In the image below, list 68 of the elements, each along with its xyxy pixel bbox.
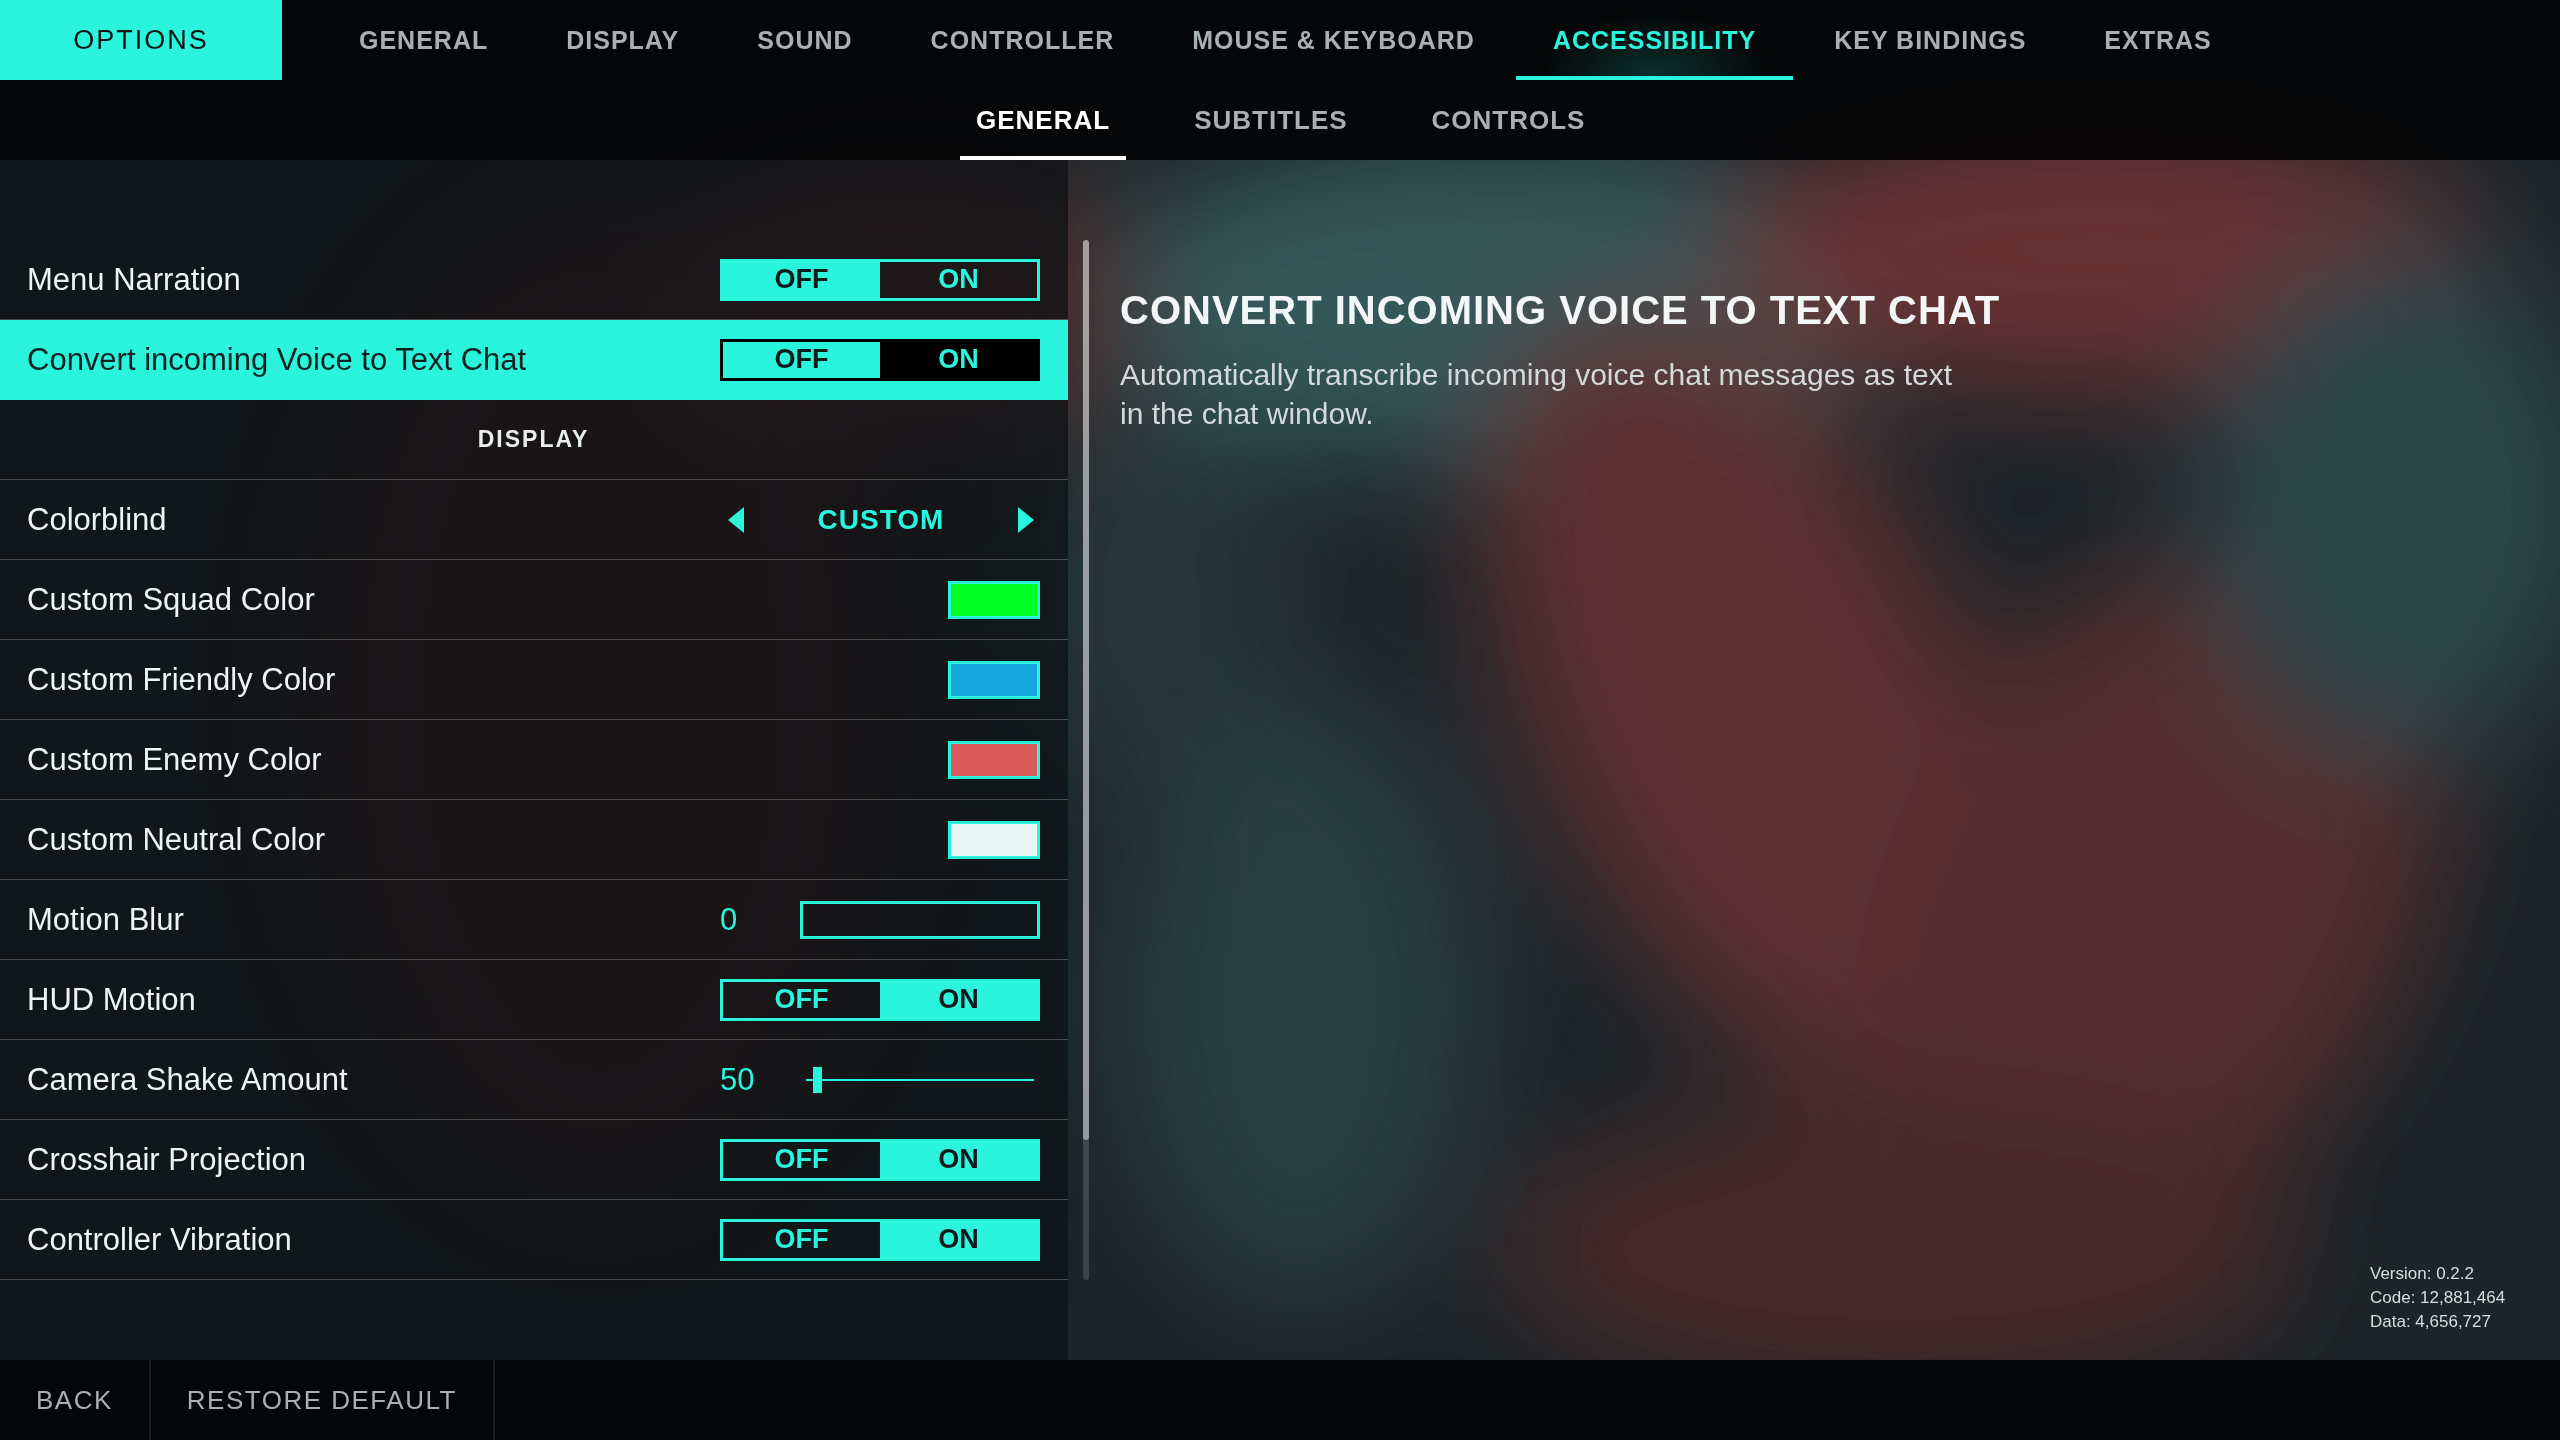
toggle-switch[interactable]: OFF ON: [720, 338, 1040, 381]
build-info: Data: 4,656,727: [2370, 1312, 2492, 1332]
detail-title: CONVERT INCOMING VOICE TO TEXT CHAT: [1120, 288, 2002, 333]
setting-row[interactable]: Custom Neutral Color: [0, 800, 1068, 880]
toggle-option[interactable]: ON: [880, 261, 1037, 298]
toggle-option[interactable]: OFF: [723, 1221, 880, 1258]
build-info: Code: 12,881,464: [2370, 1288, 2507, 1308]
toggle-switch[interactable]: OFF ON: [720, 258, 1040, 301]
slider-track[interactable]: [800, 900, 1040, 939]
selector-value: CUSTOM: [817, 503, 945, 536]
toggle-switch[interactable]: OFF ON: [720, 978, 1040, 1021]
setting-label: Custom Squad Color: [27, 581, 315, 618]
color-swatch[interactable]: [948, 740, 1040, 779]
setting-row[interactable]: HUD Motion OFF ON: [0, 960, 1068, 1040]
toggle-option[interactable]: OFF: [723, 1141, 880, 1178]
toggle-option[interactable]: ON: [880, 341, 1037, 378]
setting-label: Colorblind: [27, 501, 167, 538]
section-title: DISPLAY: [477, 426, 590, 453]
nav-tab[interactable]: MOUSE & KEYBOARD: [1155, 0, 1512, 80]
setting-row[interactable]: Camera Shake Amount 50: [0, 1040, 1068, 1120]
highlighted-row[interactable]: Convert incoming Voice to Text Chat OFF ON: [0, 320, 1068, 400]
toggle-option[interactable]: OFF: [723, 261, 880, 298]
color-swatch[interactable]: [948, 580, 1040, 619]
toggle-option[interactable]: OFF: [723, 981, 880, 1018]
setting-row[interactable]: Controller Vibration OFF ON: [0, 1200, 1068, 1280]
setting-label: Menu Narration: [27, 261, 241, 298]
setting-label: Custom Enemy Color: [27, 741, 322, 778]
footer-button[interactable]: RESTORE DEFAULT: [150, 1360, 495, 1440]
scrollbar[interactable]: [1083, 240, 1089, 1280]
nav-tab[interactable]: DISPLAY: [529, 0, 717, 80]
slider-value: 0: [720, 901, 738, 938]
color-swatch[interactable]: [948, 660, 1040, 699]
slider-value: 50: [720, 1061, 755, 1098]
setting-label: Motion Blur: [27, 901, 184, 938]
slider-track[interactable]: [806, 1066, 1034, 1093]
nav-tab[interactable]: CONTROLLER: [893, 0, 1152, 80]
setting-label: Camera Shake Amount: [27, 1061, 348, 1098]
setting-row[interactable]: Custom Enemy Color: [0, 720, 1068, 800]
setting-row[interactable]: Crosshair Projection OFF ON: [0, 1120, 1068, 1200]
toggle-switch[interactable]: OFF ON: [720, 1218, 1040, 1261]
toggle-switch[interactable]: OFF ON: [720, 1138, 1040, 1181]
setting-row[interactable]: Colorblind CUSTOM: [0, 480, 1068, 560]
toggle-option[interactable]: ON: [880, 1141, 1037, 1178]
setting-label: Convert incoming Voice to Text Chat: [27, 341, 527, 378]
sub-tab[interactable]: CONTROLS: [1415, 80, 1602, 160]
setting-row[interactable]: Custom Friendly Color: [0, 640, 1068, 720]
nav-tab[interactable]: SOUND: [720, 0, 890, 80]
detail-description: Automatically transcribe incoming voice chat messages as text in the chat window.: [1120, 357, 1954, 432]
setting-row[interactable]: Motion Blur 0: [0, 880, 1068, 960]
setting-label: Custom Neutral Color: [27, 821, 326, 858]
nav-tab[interactable]: KEY BINDINGS: [1797, 0, 2064, 80]
setting-label: HUD Motion: [27, 981, 196, 1018]
setting-row[interactable]: Custom Squad Color: [0, 560, 1068, 640]
nav-tab[interactable]: GENERAL: [322, 0, 526, 80]
color-swatch[interactable]: [948, 820, 1040, 859]
footer-button[interactable]: BACK: [0, 1360, 151, 1440]
sub-tab[interactable]: SUBTITLES: [1178, 80, 1364, 160]
build-info: Version: 0.2.2: [2370, 1264, 2475, 1284]
slider-thumb[interactable]: [812, 1066, 822, 1093]
setting-label: Controller Vibration: [27, 1221, 292, 1258]
options-title: OPTIONS: [0, 0, 282, 80]
nav-tab[interactable]: EXTRAS: [2067, 0, 2249, 80]
toggle-option[interactable]: ON: [880, 1221, 1037, 1258]
left-arrow-icon[interactable]: [728, 506, 744, 533]
setting-label: Custom Friendly Color: [27, 661, 336, 698]
toggle-option[interactable]: ON: [880, 981, 1037, 1018]
setting-label: Crosshair Projection: [27, 1141, 307, 1178]
right-arrow-icon[interactable]: [1018, 506, 1034, 533]
